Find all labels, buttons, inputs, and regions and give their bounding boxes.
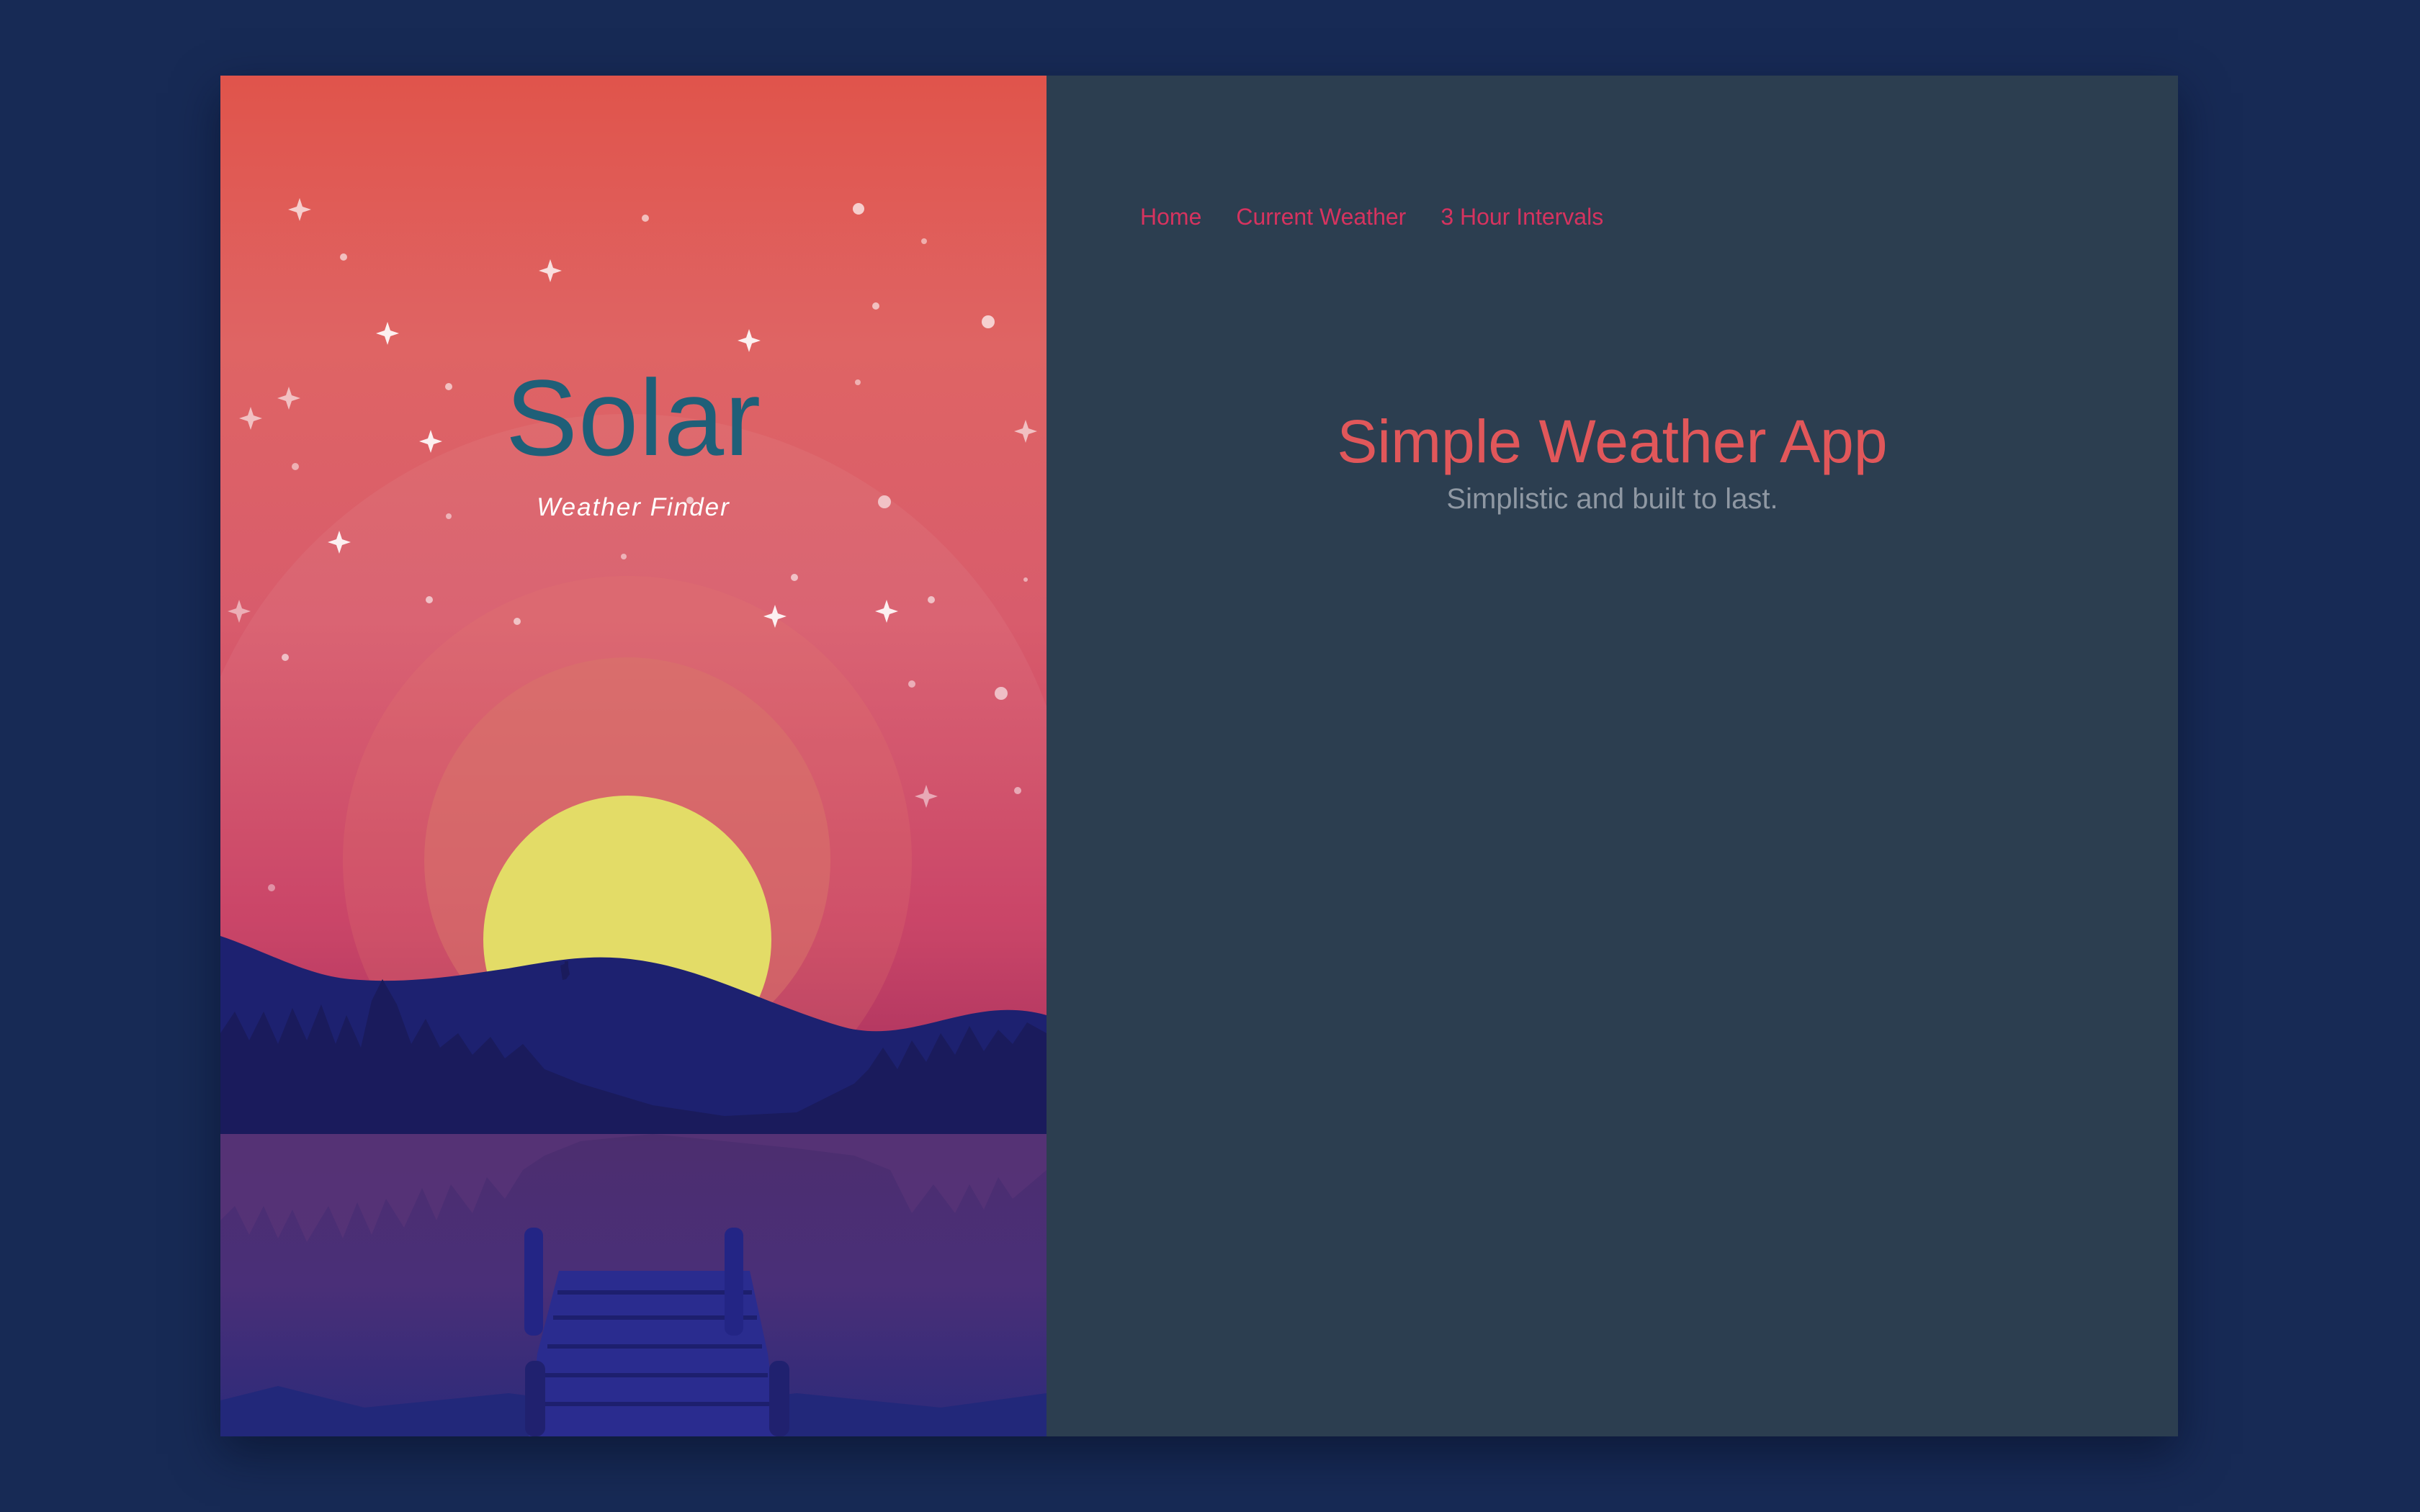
brand-title: Solar bbox=[505, 357, 762, 478]
top-nav: Home Current Weather 3 Hour Intervals bbox=[1140, 204, 1603, 230]
page-title: Simple Weather App bbox=[1337, 408, 1888, 475]
app-window: Solar Weather Finder Home Current Weathe… bbox=[220, 76, 2178, 1436]
nav-link-current-weather[interactable]: Current Weather bbox=[1236, 204, 1406, 230]
page-tagline: Simplistic and built to last. bbox=[1446, 483, 1778, 516]
brand: Solar Weather Finder bbox=[220, 364, 1047, 522]
nav-link-3-hour-intervals[interactable]: 3 Hour Intervals bbox=[1440, 204, 1603, 230]
brand-subtitle: Weather Finder bbox=[537, 493, 730, 521]
hero-panel: Solar Weather Finder bbox=[220, 76, 1047, 1436]
main-content: Home Current Weather 3 Hour Intervals Si… bbox=[1047, 76, 2178, 1436]
nav-link-home[interactable]: Home bbox=[1140, 204, 1201, 230]
headline: Simple Weather App Simplistic and built … bbox=[1047, 408, 2178, 516]
sunset-lake-illustration-icon bbox=[220, 198, 1047, 1436]
